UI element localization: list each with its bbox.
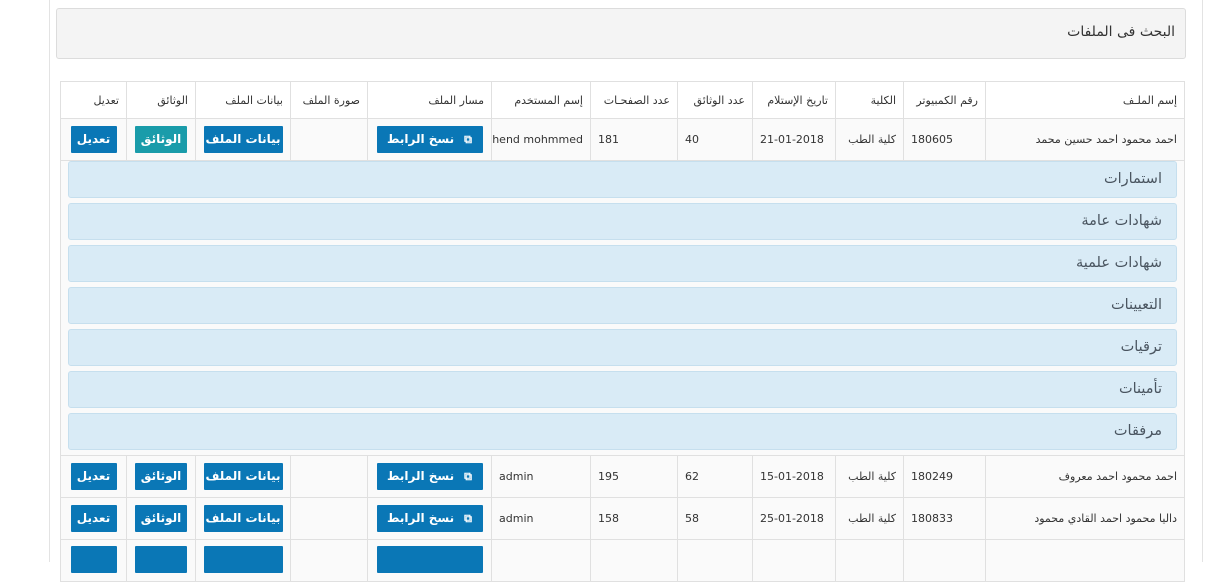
cell-file-path: ⧉ نسخ الرابط [367,455,492,498]
cell-receive-date: 21-01-2018 [752,118,836,161]
cell-user-name: hend mohmmed [491,118,591,161]
table-row-partial [60,539,1185,582]
edit-button[interactable] [70,545,117,573]
copy-link-button[interactable]: ⧉ نسخ الرابط [376,505,483,532]
panel-title: البحث فى الملفات [1067,24,1175,40]
file-data-button[interactable]: بيانات الملف [203,126,283,153]
documents-accordion: استمارات شهادات عامة شهادات علمية التعيي… [60,160,1185,456]
copy-link-button[interactable]: ⧉ نسخ الرابط [376,463,483,490]
header-pages-count: عدد الصفحـات [590,81,678,119]
accordion-item-promotions[interactable]: ترقيات [68,329,1177,366]
accordion-item-appointments[interactable]: التعيينات [68,287,1177,324]
header-computer-no: رقم الكمبيوتر [903,81,986,119]
cell-file-image [290,455,368,498]
accordion-row: استمارات شهادات عامة شهادات علمية التعيي… [60,160,1185,456]
table-row: احمد محمود احمد حسين محمد 180605 كلية ال… [60,118,1185,161]
cell-college [835,539,904,582]
cell-file-path [367,539,492,582]
cell-receive-date [752,539,836,582]
cell-user-name [491,539,591,582]
file-data-button[interactable]: بيانات الملف [203,463,283,490]
copy-icon: ⧉ [464,512,472,525]
table-row: احمد محمود احمد معروف 180249 كلية الطب 1… [60,455,1185,498]
header-file-data: بيانات الملف [195,81,291,119]
cell-file-image [290,497,368,540]
cell-documents: الوثائق [126,118,196,161]
cell-edit: تعديل [60,497,127,540]
file-data-button[interactable] [203,545,283,573]
copy-icon: ⧉ [464,133,472,146]
header-file-path: مسار الملف [367,81,492,119]
copy-link-button[interactable] [376,545,483,573]
cell-computer-no: 180249 [903,455,986,498]
copy-link-label: نسخ الرابط [387,469,455,483]
cell-file-name: احمد محمود احمد معروف [985,455,1185,498]
cell-college: كلية الطب [835,497,904,540]
header-file-image: صورة الملف [290,81,368,119]
cell-file-data [195,539,291,582]
cell-docs-count: 58 [677,497,753,540]
documents-button[interactable]: الوثائق [135,505,187,532]
cell-edit: تعديل [60,118,127,161]
cell-file-data: بيانات الملف [195,455,291,498]
cell-file-image [290,539,368,582]
cell-docs-count: 40 [677,118,753,161]
cell-file-path: ⧉ نسخ الرابط [367,118,492,161]
cell-docs-count: 62 [677,455,753,498]
copy-link-button[interactable]: ⧉ نسخ الرابط [376,126,483,153]
edit-button[interactable]: تعديل [70,463,117,490]
accordion-item-insurances[interactable]: تأمينات [68,371,1177,408]
header-user-name: إسم المستخدم [491,81,591,119]
accordion-item-general-certificates[interactable]: شهادات عامة [68,203,1177,240]
cell-computer-no: 180605 [903,118,986,161]
cell-file-image [290,118,368,161]
accordion-item-forms[interactable]: استمارات [68,161,1177,198]
cell-pages-count [590,539,678,582]
file-data-button[interactable]: بيانات الملف [203,505,283,532]
cell-college: كلية الطب [835,455,904,498]
search-panel-header: البحث فى الملفات [56,8,1186,59]
cell-pages-count: 158 [590,497,678,540]
edit-button[interactable]: تعديل [70,505,117,532]
cell-computer-no [903,539,986,582]
table-header-row: إسم الملـف رقم الكمبيوتر الكلية تاريخ ال… [60,81,1185,119]
cell-file-data: بيانات الملف [195,497,291,540]
documents-button[interactable]: الوثائق [135,463,187,490]
cell-user-name: admin [491,455,591,498]
copy-link-label: نسخ الرابط [387,511,455,525]
cell-edit: تعديل [60,455,127,498]
cell-file-name: داليا محمود احمد القادي محمود [985,497,1185,540]
table-row: داليا محمود احمد القادي محمود 180833 كلي… [60,497,1185,540]
header-college: الكلية [835,81,904,119]
documents-button[interactable] [135,545,187,573]
accordion-item-attachments[interactable]: مرفقات [68,413,1177,450]
documents-button[interactable]: الوثائق [135,126,187,153]
cell-file-name [985,539,1185,582]
cell-receive-date: 25-01-2018 [752,497,836,540]
header-docs-count: عدد الوثائق [677,81,753,119]
cell-pages-count: 195 [590,455,678,498]
cell-college: كلية الطب [835,118,904,161]
cell-file-path: ⧉ نسخ الرابط [367,497,492,540]
cell-docs-count [677,539,753,582]
cell-edit [60,539,127,582]
cell-computer-no: 180833 [903,497,986,540]
copy-icon: ⧉ [464,470,472,483]
cell-documents: الوثائق [126,497,196,540]
cell-pages-count: 181 [590,118,678,161]
cell-file-data: بيانات الملف [195,118,291,161]
header-edit: تعديل [60,81,127,119]
files-table: إسم الملـف رقم الكمبيوتر الكلية تاريخ ال… [60,81,1185,582]
cell-user-name: admin [491,497,591,540]
cell-receive-date: 15-01-2018 [752,455,836,498]
header-receive-date: تاريخ الإستلام [752,81,836,119]
cell-file-name: احمد محمود احمد حسين محمد [985,118,1185,161]
edit-button[interactable]: تعديل [70,126,117,153]
accordion-item-academic-certificates[interactable]: شهادات علمية [68,245,1177,282]
header-file-name: إسم الملـف [985,81,1185,119]
copy-link-label: نسخ الرابط [387,132,455,146]
header-documents: الوثائق [126,81,196,119]
cell-documents: الوثائق [126,455,196,498]
cell-documents [126,539,196,582]
